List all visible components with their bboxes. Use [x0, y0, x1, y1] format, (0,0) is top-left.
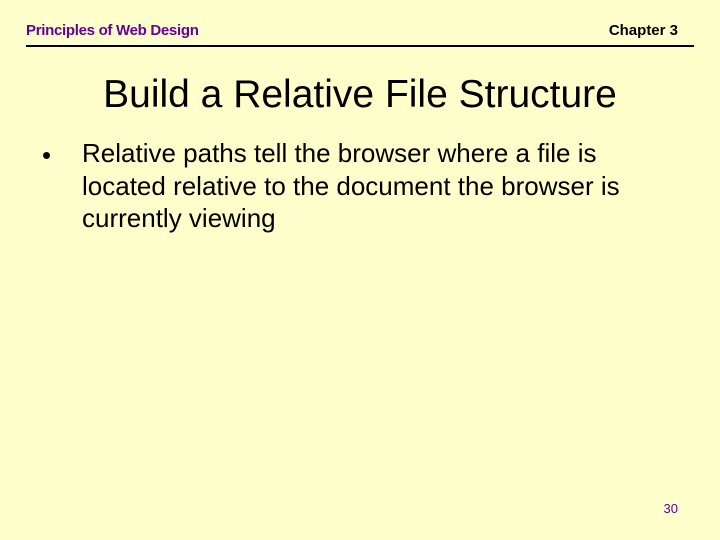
bullet-list: • Relative paths tell the browser where … [42, 137, 656, 235]
slide-title: Build a Relative File Structure [26, 73, 694, 117]
bullet-marker: • [42, 137, 82, 172]
header-divider [26, 45, 694, 47]
bullet-text: Relative paths tell the browser where a … [82, 137, 656, 235]
page-number: 30 [664, 501, 678, 516]
header-left: Principles of Web Design [26, 22, 199, 39]
list-item: • Relative paths tell the browser where … [42, 137, 656, 235]
header-right: Chapter 3 [609, 22, 678, 39]
slide-header: Principles of Web Design Chapter 3 [0, 0, 720, 45]
